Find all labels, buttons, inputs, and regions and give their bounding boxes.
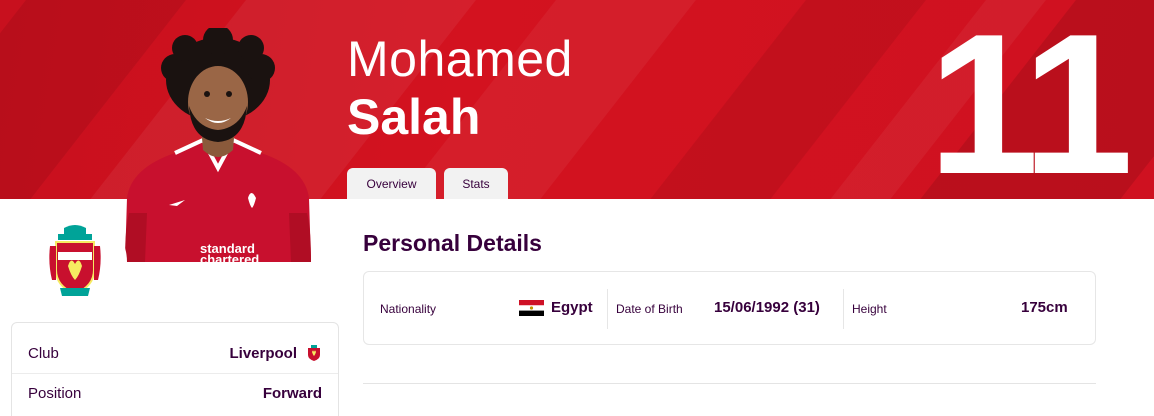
club-badge[interactable] [23, 210, 127, 314]
nationality-label: Nationality [380, 302, 437, 316]
divider [607, 289, 608, 329]
club-value: Liverpool [229, 344, 297, 362]
position-value: Forward [262, 385, 322, 402]
player-profile-page: Mohamed Salah 11 Overview Stats standard [0, 0, 1154, 416]
dob-value: 15/06/1992 (31) [714, 299, 820, 316]
shirt-number: 11 [928, 0, 1133, 200]
tab-overview[interactable]: Overview [347, 168, 436, 199]
section-divider [363, 383, 1096, 384]
position-row: Position Forward [12, 373, 338, 413]
tab-stats[interactable]: Stats [444, 168, 508, 199]
club-row[interactable]: Club Liverpool [12, 333, 338, 373]
height-value: 175cm [1021, 299, 1068, 316]
club-label: Club [28, 344, 59, 362]
personal-details-title: Personal Details [363, 230, 542, 256]
player-last-name: Salah [347, 89, 481, 145]
position-label: Position [28, 385, 82, 402]
club-info-card: Club Liverpool Position Forward [11, 322, 339, 416]
personal-details-card: Nationality Egypt Date of Birth 15/06/19… [363, 271, 1096, 345]
player-photo: standard chartered [125, 28, 311, 262]
liverpool-crest-icon [308, 345, 320, 361]
liverpool-crest-icon [49, 225, 101, 296]
svg-text:chartered: chartered [200, 252, 259, 262]
dob-label: Date of Birth [616, 302, 683, 316]
player-first-name: Mohamed [347, 31, 573, 87]
egypt-flag-icon [519, 300, 544, 316]
nationality-value: Egypt [551, 299, 593, 316]
height-label: Height [852, 302, 887, 316]
divider [843, 289, 844, 329]
